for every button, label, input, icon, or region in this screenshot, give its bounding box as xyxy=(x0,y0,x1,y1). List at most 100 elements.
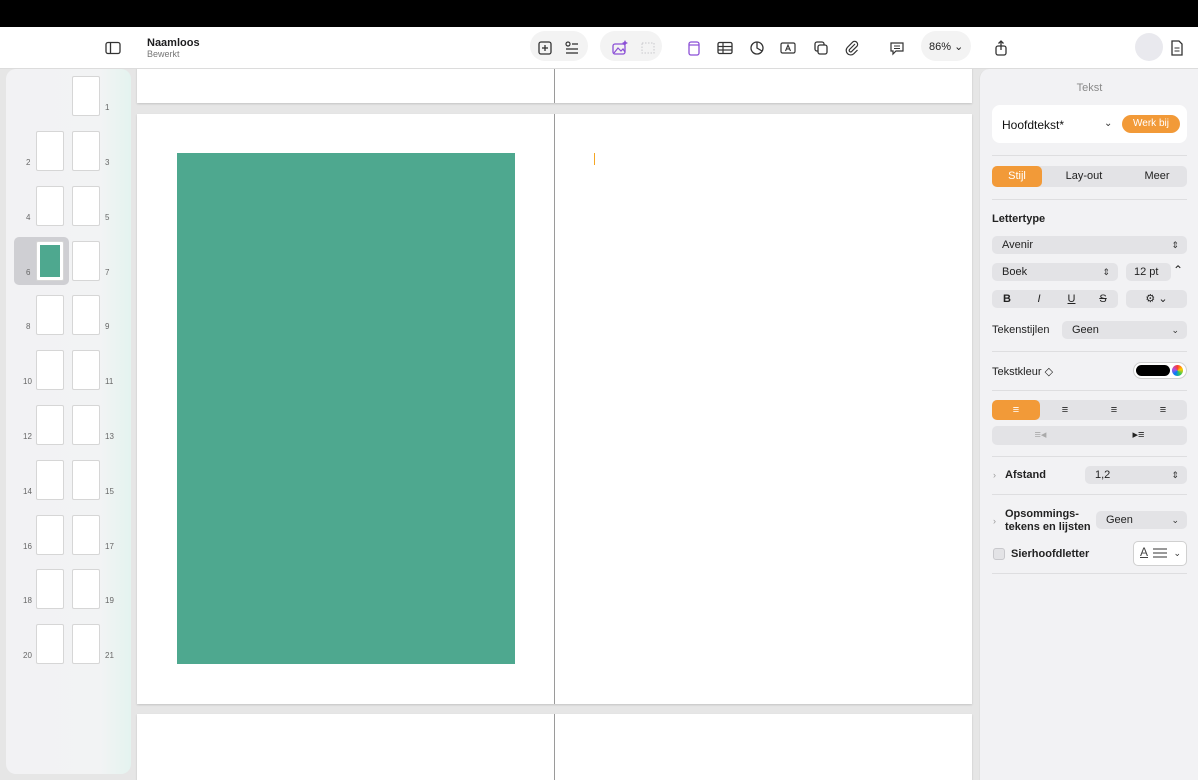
page-thumbnail[interactable] xyxy=(72,186,100,226)
page-thumbnail[interactable] xyxy=(72,295,100,335)
page-thumbnail[interactable] xyxy=(72,76,100,116)
document-icon[interactable] xyxy=(1164,35,1190,61)
page-thumbnail[interactable] xyxy=(72,241,100,281)
font-weight-select[interactable]: Boek ⇕ xyxy=(992,263,1118,281)
page-number: 16 xyxy=(23,542,32,551)
divider xyxy=(992,351,1187,352)
dropcap-style-picker[interactable]: A ⌄ xyxy=(1133,541,1187,566)
page-thumbnail[interactable] xyxy=(72,569,100,609)
font-size-field[interactable]: 12 pt xyxy=(1126,263,1171,281)
decrease-indent-icon[interactable]: ≡◂ xyxy=(992,426,1089,445)
page-thumbnail[interactable] xyxy=(36,515,64,555)
zoom-menu[interactable]: 86% ⌄ xyxy=(929,40,963,53)
text-box-icon[interactable] xyxy=(681,35,707,61)
dropcap-checkbox[interactable] xyxy=(993,548,1005,560)
dropcap-label[interactable]: Sierhoofdletter xyxy=(1011,548,1089,560)
page-number: 15 xyxy=(105,487,114,496)
text-format-group: B I U S xyxy=(992,290,1118,308)
indent-control: ≡◂ ▸≡ xyxy=(992,426,1187,445)
spread-divider xyxy=(554,69,555,103)
spacing-label[interactable]: Afstand xyxy=(1005,469,1046,481)
page-thumbnail[interactable] xyxy=(36,405,64,445)
tab-style[interactable]: Stijl xyxy=(992,166,1042,187)
status-bar xyxy=(0,0,1198,27)
dropcap-lines-icon xyxy=(1153,548,1167,560)
bullets-label-line1[interactable]: Opsommings- xyxy=(1005,508,1079,520)
page-number: 17 xyxy=(105,542,114,551)
character-styles-select[interactable]: Geen ⌄ xyxy=(1062,321,1187,339)
page-thumbnail[interactable] xyxy=(36,350,64,390)
tab-layout[interactable]: Lay-out xyxy=(1054,166,1114,187)
font-size-value: 12 pt xyxy=(1134,266,1159,278)
document-canvas[interactable] xyxy=(131,69,979,780)
tab-more[interactable]: Meer xyxy=(1127,166,1187,187)
stepper-icon: ⇕ xyxy=(1171,470,1179,480)
font-family-value: Avenir xyxy=(1002,239,1033,251)
page-thumbnail[interactable] xyxy=(72,460,100,500)
inspector-tabs: Stijl Lay-out Meer xyxy=(992,166,1187,187)
align-justify-icon[interactable]: ≡ xyxy=(1139,400,1187,420)
font-size-stepper-icon[interactable]: ⌃ xyxy=(1173,263,1183,277)
list-icon[interactable] xyxy=(559,35,585,61)
text-options-menu[interactable]: ⚙︎ ⌄ xyxy=(1126,290,1187,308)
page-thumbnail[interactable] xyxy=(36,569,64,609)
chart-icon[interactable] xyxy=(744,35,770,61)
page-thumbnail[interactable] xyxy=(72,350,100,390)
page-thumbnail[interactable] xyxy=(72,515,100,555)
media-placeholder-icon[interactable] xyxy=(635,35,661,61)
align-left-icon[interactable]: ≡ xyxy=(992,400,1040,420)
page-number: 21 xyxy=(105,651,114,660)
comment-icon[interactable] xyxy=(884,35,910,61)
attachment-icon[interactable] xyxy=(839,35,865,61)
update-style-button[interactable]: Werk bij xyxy=(1122,115,1180,133)
green-shape[interactable] xyxy=(177,153,515,664)
disclosure-chevron-icon[interactable]: › xyxy=(993,516,996,526)
image-playground-icon[interactable] xyxy=(607,35,633,61)
paragraph-style-picker[interactable]: Hoofdtekst* ⌄ Werk bij xyxy=(992,105,1187,143)
divider xyxy=(992,199,1187,200)
table-icon[interactable] xyxy=(712,35,738,61)
bold-button[interactable]: B xyxy=(992,290,1022,308)
text-color-label[interactable]: Tekstkleur ◇ xyxy=(992,365,1053,378)
strikethrough-button[interactable]: S xyxy=(1088,290,1118,308)
italic-button[interactable]: I xyxy=(1023,290,1055,308)
spacing-select[interactable]: 1,2 ⇕ xyxy=(1085,466,1187,484)
align-right-icon[interactable]: ≡ xyxy=(1090,400,1138,420)
page-number: 14 xyxy=(23,487,32,496)
page-thumbnail[interactable] xyxy=(36,186,64,226)
color-swatch xyxy=(1136,365,1170,376)
font-family-select[interactable]: Avenir ⇕ xyxy=(992,236,1187,254)
page-thumbnails-sidebar[interactable]: 1 2 3 4 5 6 7 8 9 10 11 12 13 14 15 16 1… xyxy=(6,69,131,774)
add-page-icon[interactable] xyxy=(532,35,558,61)
page-thumbnail[interactable] xyxy=(36,295,64,335)
page-thumbnail-selected[interactable] xyxy=(36,241,64,281)
page-number: 1 xyxy=(105,103,110,112)
page-thumbnail[interactable] xyxy=(36,131,64,171)
bullets-select[interactable]: Geen ⌄ xyxy=(1096,511,1187,529)
alignment-control: ≡ ≡ ≡ ≡ xyxy=(992,400,1187,420)
page-thumbnail[interactable] xyxy=(72,405,100,445)
page-number: 4 xyxy=(26,213,31,222)
text-color-well[interactable] xyxy=(1133,362,1187,379)
chevron-down-icon: ⌄ xyxy=(1171,325,1179,335)
dropcap-letter: A xyxy=(1140,545,1149,559)
document-status: Bewerkt xyxy=(147,49,180,59)
sidebar-toggle-icon[interactable] xyxy=(100,35,126,61)
page-thumbnail[interactable] xyxy=(72,131,100,171)
page-number: 9 xyxy=(105,322,110,331)
color-wheel-icon[interactable] xyxy=(1172,365,1183,376)
page-thumbnail[interactable] xyxy=(36,624,64,664)
page-thumbnail[interactable] xyxy=(72,624,100,664)
page-thumbnail[interactable] xyxy=(36,460,64,500)
chevron-down-icon: ⌄ xyxy=(1171,515,1179,525)
disclosure-chevron-icon[interactable]: › xyxy=(993,470,996,480)
shape-icon[interactable] xyxy=(808,35,834,61)
bullets-label-line2[interactable]: tekens en lijsten xyxy=(1005,521,1091,533)
font-weight-value: Boek xyxy=(1002,266,1028,278)
text-icon[interactable] xyxy=(775,35,801,61)
share-icon[interactable] xyxy=(988,35,1014,61)
increase-indent-icon[interactable]: ▸≡ xyxy=(1090,426,1187,445)
underline-button[interactable]: U xyxy=(1056,290,1087,308)
align-center-icon[interactable]: ≡ xyxy=(1041,400,1089,420)
document-title[interactable]: Naamloos xyxy=(147,37,200,49)
